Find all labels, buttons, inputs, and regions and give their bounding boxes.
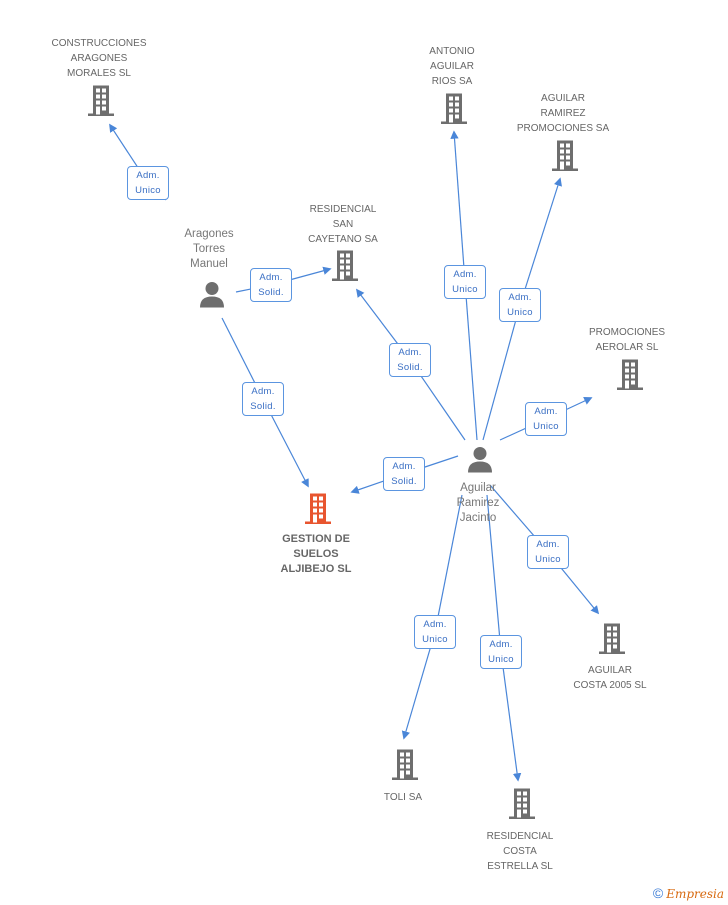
role-text: Unico	[422, 634, 448, 645]
name-line: SAN	[332, 219, 354, 230]
role-badge[interactable]: Adm. Solid.	[242, 382, 284, 416]
role-text: Unico	[533, 421, 559, 432]
building-icon[interactable]	[437, 92, 471, 131]
copyright-icon: ©	[652, 885, 664, 901]
role-text: Solid.	[250, 401, 276, 412]
brand-name: Empresia	[666, 887, 724, 901]
company-name[interactable]: AGUILAR RAMIREZ PROMOCIONES SA	[517, 91, 609, 136]
building-icon[interactable]	[505, 787, 539, 826]
person-icon[interactable]	[465, 444, 495, 479]
name-line: RAMIREZ	[540, 108, 586, 119]
role-badge[interactable]: Adm. Unico	[527, 535, 569, 569]
name-line: RIOS SA	[431, 76, 473, 87]
role-badge[interactable]: Adm. Solid.	[389, 343, 431, 377]
person-name[interactable]: Aguilar Ramirez Jacinto	[457, 481, 500, 526]
role-text: Solid.	[391, 476, 417, 487]
name-line: Aragones	[184, 228, 234, 240]
name-line: TOLI SA	[383, 792, 423, 803]
name-line: ESTRELLA SL	[487, 861, 553, 872]
role-badge[interactable]: Adm. Solid.	[250, 268, 292, 302]
name-line: AGUILAR	[541, 93, 585, 104]
role-text: Adm.	[536, 539, 560, 550]
name-line: COSTA	[503, 846, 537, 857]
building-icon[interactable]	[84, 84, 118, 123]
relation-edge	[482, 304, 521, 441]
company-name[interactable]: PROMOCIONES AEROLAR SL	[589, 325, 665, 355]
main-company-name[interactable]: GESTION DE SUELOS ALJIBEJO SL	[281, 532, 352, 577]
role-badge[interactable]: Adm. Unico	[414, 615, 456, 649]
name-line: PROMOCIONES	[588, 327, 666, 338]
name-line: CAYETANO SA	[308, 234, 378, 245]
role-text: Adm.	[398, 347, 422, 358]
building-icon[interactable]	[595, 622, 629, 661]
role-text: Solid.	[258, 287, 284, 298]
main-building-icon[interactable]	[301, 492, 335, 531]
empresia-logo[interactable]: © Empresia	[653, 885, 724, 901]
relation-arrow	[500, 651, 522, 782]
name-line: AGUILAR	[430, 61, 474, 72]
name-line: Torres	[193, 243, 225, 255]
role-text: Solid.	[397, 362, 423, 373]
relation-arrow	[450, 130, 466, 283]
name-line: AGUILAR	[588, 665, 632, 676]
name-line: PROMOCIONES SA	[516, 123, 610, 134]
person-icon[interactable]	[197, 279, 227, 314]
name-line: Manuel	[190, 258, 228, 270]
role-text: Unico	[452, 284, 478, 295]
name-line: CONSTRUCCIONES	[51, 38, 147, 49]
name-line: RESIDENCIAL	[309, 204, 377, 215]
role-text: Adm.	[489, 639, 513, 650]
role-text: Adm.	[453, 269, 477, 280]
relation-arrow	[519, 177, 562, 306]
building-icon[interactable]	[548, 139, 582, 178]
company-name[interactable]: TOLI SA	[384, 790, 422, 805]
role-text: Unico	[535, 554, 561, 565]
person-name[interactable]: Aragones Torres Manuel	[184, 227, 233, 272]
role-badge[interactable]: Adm. Solid.	[383, 457, 425, 491]
role-text: Unico	[135, 185, 161, 196]
role-text: Adm.	[136, 170, 160, 181]
role-text: Adm.	[259, 272, 283, 283]
company-name[interactable]: CONSTRUCCIONES ARAGONES MORALES SL	[51, 36, 146, 81]
role-text: Unico	[507, 307, 533, 318]
building-icon[interactable]	[388, 748, 422, 787]
role-text: Adm.	[423, 619, 447, 630]
relation-edges	[109, 123, 600, 782]
name-line: AEROLAR SL	[595, 342, 659, 353]
name-line: Aguilar	[460, 482, 496, 494]
company-name[interactable]: ANTONIO AGUILAR RIOS SA	[429, 44, 474, 89]
role-text: Adm.	[392, 461, 416, 472]
name-line: ALJIBEJO SL	[280, 563, 352, 575]
company-name[interactable]: AGUILAR COSTA 2005 SL	[573, 663, 646, 693]
name-line: MORALES SL	[67, 68, 131, 79]
role-text: Adm.	[508, 292, 532, 303]
company-name[interactable]: RESIDENCIAL SAN CAYETANO SA	[308, 202, 378, 247]
name-line: GESTION DE	[282, 533, 350, 545]
role-badge[interactable]: Adm. Unico	[480, 635, 522, 669]
building-icon[interactable]	[613, 358, 647, 397]
name-line: ARAGONES	[70, 53, 128, 64]
role-text: Adm.	[251, 386, 275, 397]
name-line: Jacinto	[459, 512, 497, 524]
role-text: Unico	[488, 654, 514, 665]
building-icon[interactable]	[328, 249, 362, 288]
relation-edge	[464, 281, 478, 441]
name-line: COSTA 2005 SL	[573, 680, 647, 691]
company-name[interactable]: RESIDENCIAL COSTA ESTRELLA SL	[487, 829, 554, 874]
role-text: Adm.	[534, 406, 558, 417]
name-line: ANTONIO	[429, 46, 475, 57]
role-badge[interactable]: Adm. Unico	[525, 402, 567, 436]
role-badge[interactable]: Adm. Unico	[499, 288, 541, 322]
role-badge[interactable]: Adm. Unico	[444, 265, 486, 299]
name-line: Ramirez	[456, 497, 500, 509]
name-line: RESIDENCIAL	[486, 831, 554, 842]
role-badge[interactable]: Adm. Unico	[127, 166, 169, 200]
name-line: SUELOS	[293, 548, 339, 560]
